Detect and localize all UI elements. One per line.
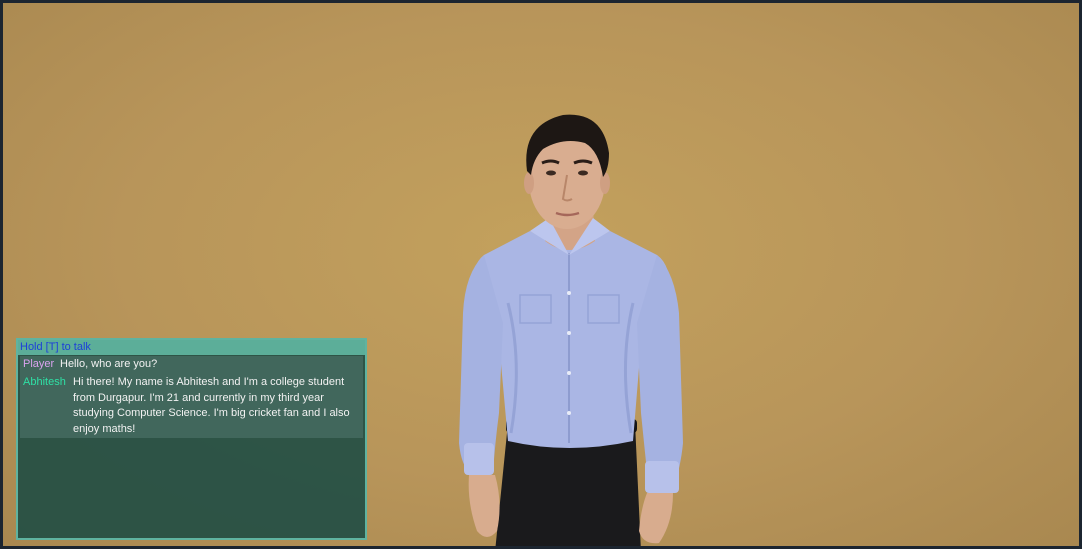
speaker-name-npc: Abhitesh xyxy=(23,376,66,388)
game-viewport: Hold [T] to talk Player Hello, who are y… xyxy=(0,0,1082,549)
speaker-name-player: Player xyxy=(23,358,55,370)
chat-log: Player Hello, who are you? Abhitesh Hi t… xyxy=(20,356,363,438)
message-text: Hi there! My name is Abhitesh and I'm a … xyxy=(73,376,350,435)
talk-hint-bar: Hold [T] to talk xyxy=(18,340,365,355)
character-right-hand xyxy=(639,493,673,544)
dialogue-panel: Hold [T] to talk Player Hello, who are y… xyxy=(16,338,367,540)
talk-hint-label: Hold [T] to talk xyxy=(20,341,91,353)
character-left-hand xyxy=(468,475,500,537)
message-text: Hello, who are you? xyxy=(60,358,158,370)
